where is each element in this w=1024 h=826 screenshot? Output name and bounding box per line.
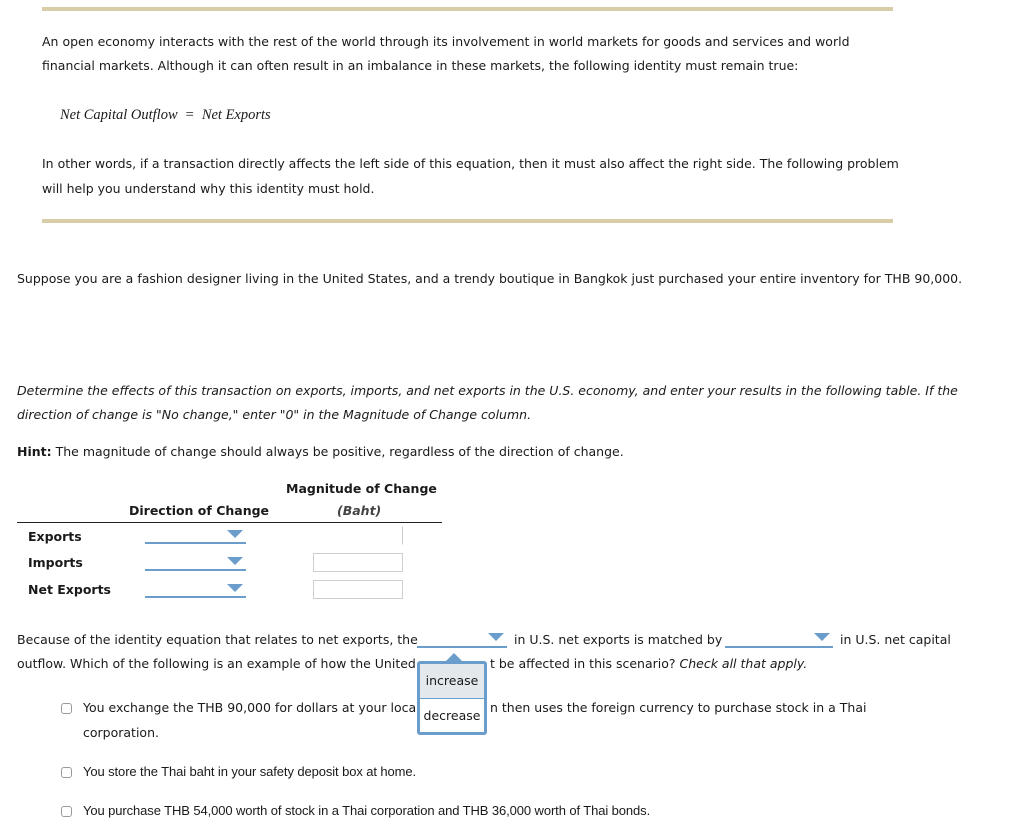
equation-right: Net Exports [201,107,271,123]
net-exports-magnitude-input[interactable] [313,580,403,599]
bottom-divider [42,219,893,223]
check-all-instruction: Check all that apply. [679,656,808,671]
dropdown-popup: increase decrease [417,661,487,735]
option-3-checkbox[interactable] [61,806,72,817]
column-header-magnitude-unit: (Baht) [337,503,382,518]
question-text: t be affected in this scenario? [490,656,676,671]
chevron-down-icon [227,530,243,538]
explanation-line-2: will help you understand why this identi… [42,181,375,196]
chevron-down-icon [488,633,504,641]
option-2-checkbox[interactable] [61,767,72,778]
imports-magnitude-input[interactable] [313,553,403,572]
chevron-down-icon [227,557,243,565]
explanation-line-1: In other words, if a transaction directl… [42,156,899,171]
scenario-text: Suppose you are a fashion designer livin… [17,271,963,286]
dropdown-option-increase[interactable]: increase [420,664,484,699]
option-1-checkbox[interactable] [61,703,72,714]
intro-paragraph-line-1: An open economy interacts with the rest … [42,34,850,49]
equation-operator: = [185,107,194,123]
instructions-line-1: Determine the effects of this transactio… [17,383,958,398]
identity-equation: Net Capital Outflow = Net Exports [60,103,271,127]
net-exports-direction-dropdown[interactable] [145,582,246,598]
identity-question-part-1: Because of the identity equation that re… [17,632,418,647]
net-capital-outflow-change-dropdown[interactable] [725,632,833,648]
exports-direction-dropdown[interactable] [145,528,246,544]
row-label-exports: Exports [28,529,82,544]
row-label-net-exports: Net Exports [28,582,111,597]
dropdown-popup-pointer [446,653,462,661]
identity-question-part-3: in U.S. net capital [840,632,951,647]
option-2-label: You store the Thai baht in your safety d… [83,764,417,779]
imports-direction-dropdown[interactable] [145,555,246,571]
net-exports-change-dropdown[interactable] [417,632,507,648]
hint: Hint: The magnitude of change should alw… [17,440,624,464]
identity-question-part-2: in U.S. net exports is matched by [514,632,723,647]
option-1-label-c: corporation. [83,725,159,740]
top-divider [42,7,893,11]
instructions-line-2: direction of change is "No change," ente… [17,407,532,422]
table-header-rule [17,522,442,523]
chevron-down-icon [227,584,243,592]
equation-left: Net Capital Outflow [60,107,178,123]
intro-paragraph-line-2: financial markets. Although it can often… [42,58,799,73]
hint-label: Hint: [17,444,52,459]
column-header-direction: Direction of Change [129,503,270,518]
chevron-down-icon [814,633,830,641]
option-1-label-a: You exchange the THB 90,000 for dollars … [83,700,420,715]
dropdown-option-decrease[interactable]: decrease [420,699,484,733]
exports-magnitude-input[interactable] [313,526,403,545]
option-1-label-b: n then uses the foreign currency to purc… [490,700,867,715]
column-header-magnitude: Magnitude of Change [286,481,437,496]
row-label-imports: Imports [28,555,83,570]
hint-text: The magnitude of change should always be… [51,444,624,459]
identity-question-line-2b: t be affected in this scenario? Check al… [490,652,807,676]
option-3-label: You purchase THB 54,000 worth of stock i… [83,803,651,818]
identity-question-line-2a: outflow. Which of the following is an ex… [17,656,416,671]
